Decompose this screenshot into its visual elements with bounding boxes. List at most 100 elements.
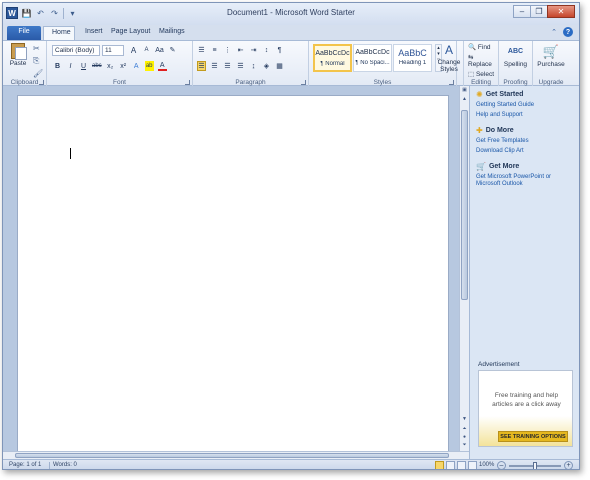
draft-view-icon[interactable]: [468, 461, 477, 469]
get-more-title: Get More: [488, 163, 520, 170]
zoom-slider-knob[interactable]: [533, 462, 537, 469]
print-layout-view-icon[interactable]: [435, 461, 444, 469]
horizontal-scrollbar[interactable]: [3, 451, 469, 459]
help-icon[interactable]: ?: [563, 27, 573, 37]
download-clip-art-link[interactable]: Download Clip Art: [476, 148, 576, 155]
paragraph-group-label: Paragraph: [235, 79, 266, 86]
increase-indent-icon[interactable]: ⇥: [249, 45, 258, 55]
format-painter-icon[interactable]: 🖌: [33, 69, 43, 78]
superscript-button[interactable]: x²: [119, 61, 128, 71]
purchase-button[interactable]: 🛒 Purchase: [533, 43, 569, 68]
subscript-button[interactable]: x₂: [106, 61, 115, 71]
web-layout-view-icon[interactable]: [457, 461, 466, 469]
show-marks-icon[interactable]: ¶: [275, 45, 284, 55]
justify-icon[interactable]: ☰: [236, 61, 245, 71]
styles-group-label: Styles: [373, 79, 392, 86]
document-page[interactable]: [17, 95, 449, 455]
getting-started-guide-link[interactable]: Getting Started Guide: [476, 102, 576, 109]
spelling-button[interactable]: ABC Spelling: [499, 43, 532, 68]
line-spacing-icon[interactable]: ↨: [249, 61, 258, 71]
select-browse-object-icon[interactable]: ●: [461, 434, 468, 441]
window-controls: – ❐ ✕: [513, 5, 575, 18]
tab-file[interactable]: File: [7, 26, 41, 40]
align-left-icon[interactable]: ☰: [197, 61, 206, 71]
zoom-in-button[interactable]: +: [564, 461, 573, 469]
minimize-button[interactable]: –: [513, 5, 531, 18]
advertisement-label: Advertisement: [478, 361, 520, 368]
change-styles-icon: A: [444, 43, 453, 57]
cut-icon[interactable]: ✂: [33, 44, 43, 53]
find-label: Find: [477, 44, 491, 51]
get-started-title: Get Started: [485, 91, 524, 98]
text-effects-button[interactable]: A: [132, 61, 141, 71]
ruler-toggle-icon[interactable]: ▣: [461, 87, 468, 94]
next-page-icon[interactable]: ⏷: [461, 442, 468, 449]
decrease-indent-icon[interactable]: ⇤: [236, 45, 245, 55]
style-normal[interactable]: AaBbCcDc ¶ Normal: [313, 44, 352, 72]
select-button[interactable]: ⬚ Select: [468, 70, 498, 78]
underline-button[interactable]: U: [79, 61, 88, 71]
change-styles-button[interactable]: A Change Styles: [435, 43, 463, 73]
bold-button[interactable]: B: [53, 61, 62, 71]
free-templates-link[interactable]: Get Free Templates: [476, 138, 576, 145]
font-color-button[interactable]: A: [157, 61, 167, 71]
restore-button[interactable]: ❐: [530, 5, 548, 18]
help-and-support-link[interactable]: Help and Support: [476, 112, 576, 119]
scroll-up-icon[interactable]: ▲: [461, 96, 468, 103]
paste-label: Paste: [9, 60, 27, 67]
horizontal-scroll-thumb[interactable]: [15, 453, 449, 458]
select-label: Select: [475, 71, 495, 78]
see-training-options-button[interactable]: SEE TRAINING OPTIONS: [498, 431, 568, 442]
scroll-down-icon[interactable]: ▼: [461, 416, 468, 423]
font-family-select[interactable]: Calibri (Body): [52, 45, 100, 56]
change-case-button[interactable]: Aa: [155, 45, 164, 55]
multilevel-list-icon[interactable]: ⋮: [223, 45, 232, 55]
do-more-section: ✚ Do More Get Free Templates Download Cl…: [476, 126, 576, 155]
align-center-icon[interactable]: ☰: [210, 61, 219, 71]
highlight-button[interactable]: ab: [144, 61, 154, 71]
clear-formatting-icon[interactable]: ✎: [168, 45, 177, 55]
numbering-icon[interactable]: ≡: [210, 45, 219, 55]
full-screen-view-icon[interactable]: [446, 461, 455, 469]
vertical-scroll-thumb[interactable]: [461, 110, 468, 300]
paste-button[interactable]: Paste: [7, 43, 29, 67]
word-count[interactable]: Words: 0: [53, 462, 77, 468]
style-no-spacing[interactable]: AaBbCcDc ¶ No Spaci...: [353, 44, 392, 72]
font-launcher-icon[interactable]: [185, 80, 190, 85]
copy-icon[interactable]: ⎘: [33, 56, 43, 66]
shrink-font-button[interactable]: A: [142, 45, 151, 55]
strikethrough-button[interactable]: abc: [92, 61, 102, 71]
page-count[interactable]: Page: 1 of 1: [9, 462, 41, 468]
get-powerpoint-outlook-link[interactable]: Get Microsoft PowerPoint or Microsoft Ou…: [476, 174, 576, 188]
clipboard-launcher-icon[interactable]: [39, 80, 44, 85]
borders-icon[interactable]: ▦: [275, 61, 284, 71]
font-group-label: Font: [112, 79, 126, 86]
close-button[interactable]: ✕: [547, 5, 575, 18]
paragraph-launcher-icon[interactable]: [301, 80, 306, 85]
sort-icon[interactable]: ↕: [262, 45, 271, 55]
italic-button[interactable]: I: [66, 61, 75, 71]
get-started-heading: ✺ Get Started: [476, 90, 576, 99]
previous-page-icon[interactable]: ⏶: [461, 426, 468, 433]
status-separator: [49, 462, 50, 469]
puzzle-icon: ✚: [476, 126, 483, 135]
styles-launcher-icon[interactable]: [449, 80, 454, 85]
advertisement-banner[interactable]: Free training and help articles are a cl…: [478, 370, 573, 447]
zoom-level[interactable]: 100%: [479, 462, 494, 468]
zoom-out-button[interactable]: –: [497, 461, 506, 469]
bullets-icon[interactable]: ☰: [197, 45, 206, 55]
shading-icon[interactable]: ◈: [262, 61, 271, 71]
minimize-ribbon-icon[interactable]: ⌃: [549, 27, 559, 37]
find-button[interactable]: 🔍 Find: [468, 43, 498, 51]
do-more-title: Do More: [485, 127, 514, 134]
font-size-select[interactable]: 11: [102, 45, 124, 56]
tab-home[interactable]: Home: [43, 26, 75, 40]
replace-button[interactable]: ⇆ Replace: [468, 53, 498, 68]
ribbon-tabs: File Home Insert Page Layout Mailings ⌃ …: [3, 25, 579, 40]
style-heading-1[interactable]: AaBbC Heading 1: [393, 44, 432, 72]
vertical-scrollbar[interactable]: ▣ ▲ ▼ ⏶ ● ⏷: [459, 86, 469, 451]
align-right-icon[interactable]: ☰: [223, 61, 232, 71]
tab-mailings[interactable]: Mailings: [151, 26, 193, 40]
style-preview: AaBbCcDc: [315, 50, 350, 57]
grow-font-button[interactable]: A: [129, 45, 138, 55]
